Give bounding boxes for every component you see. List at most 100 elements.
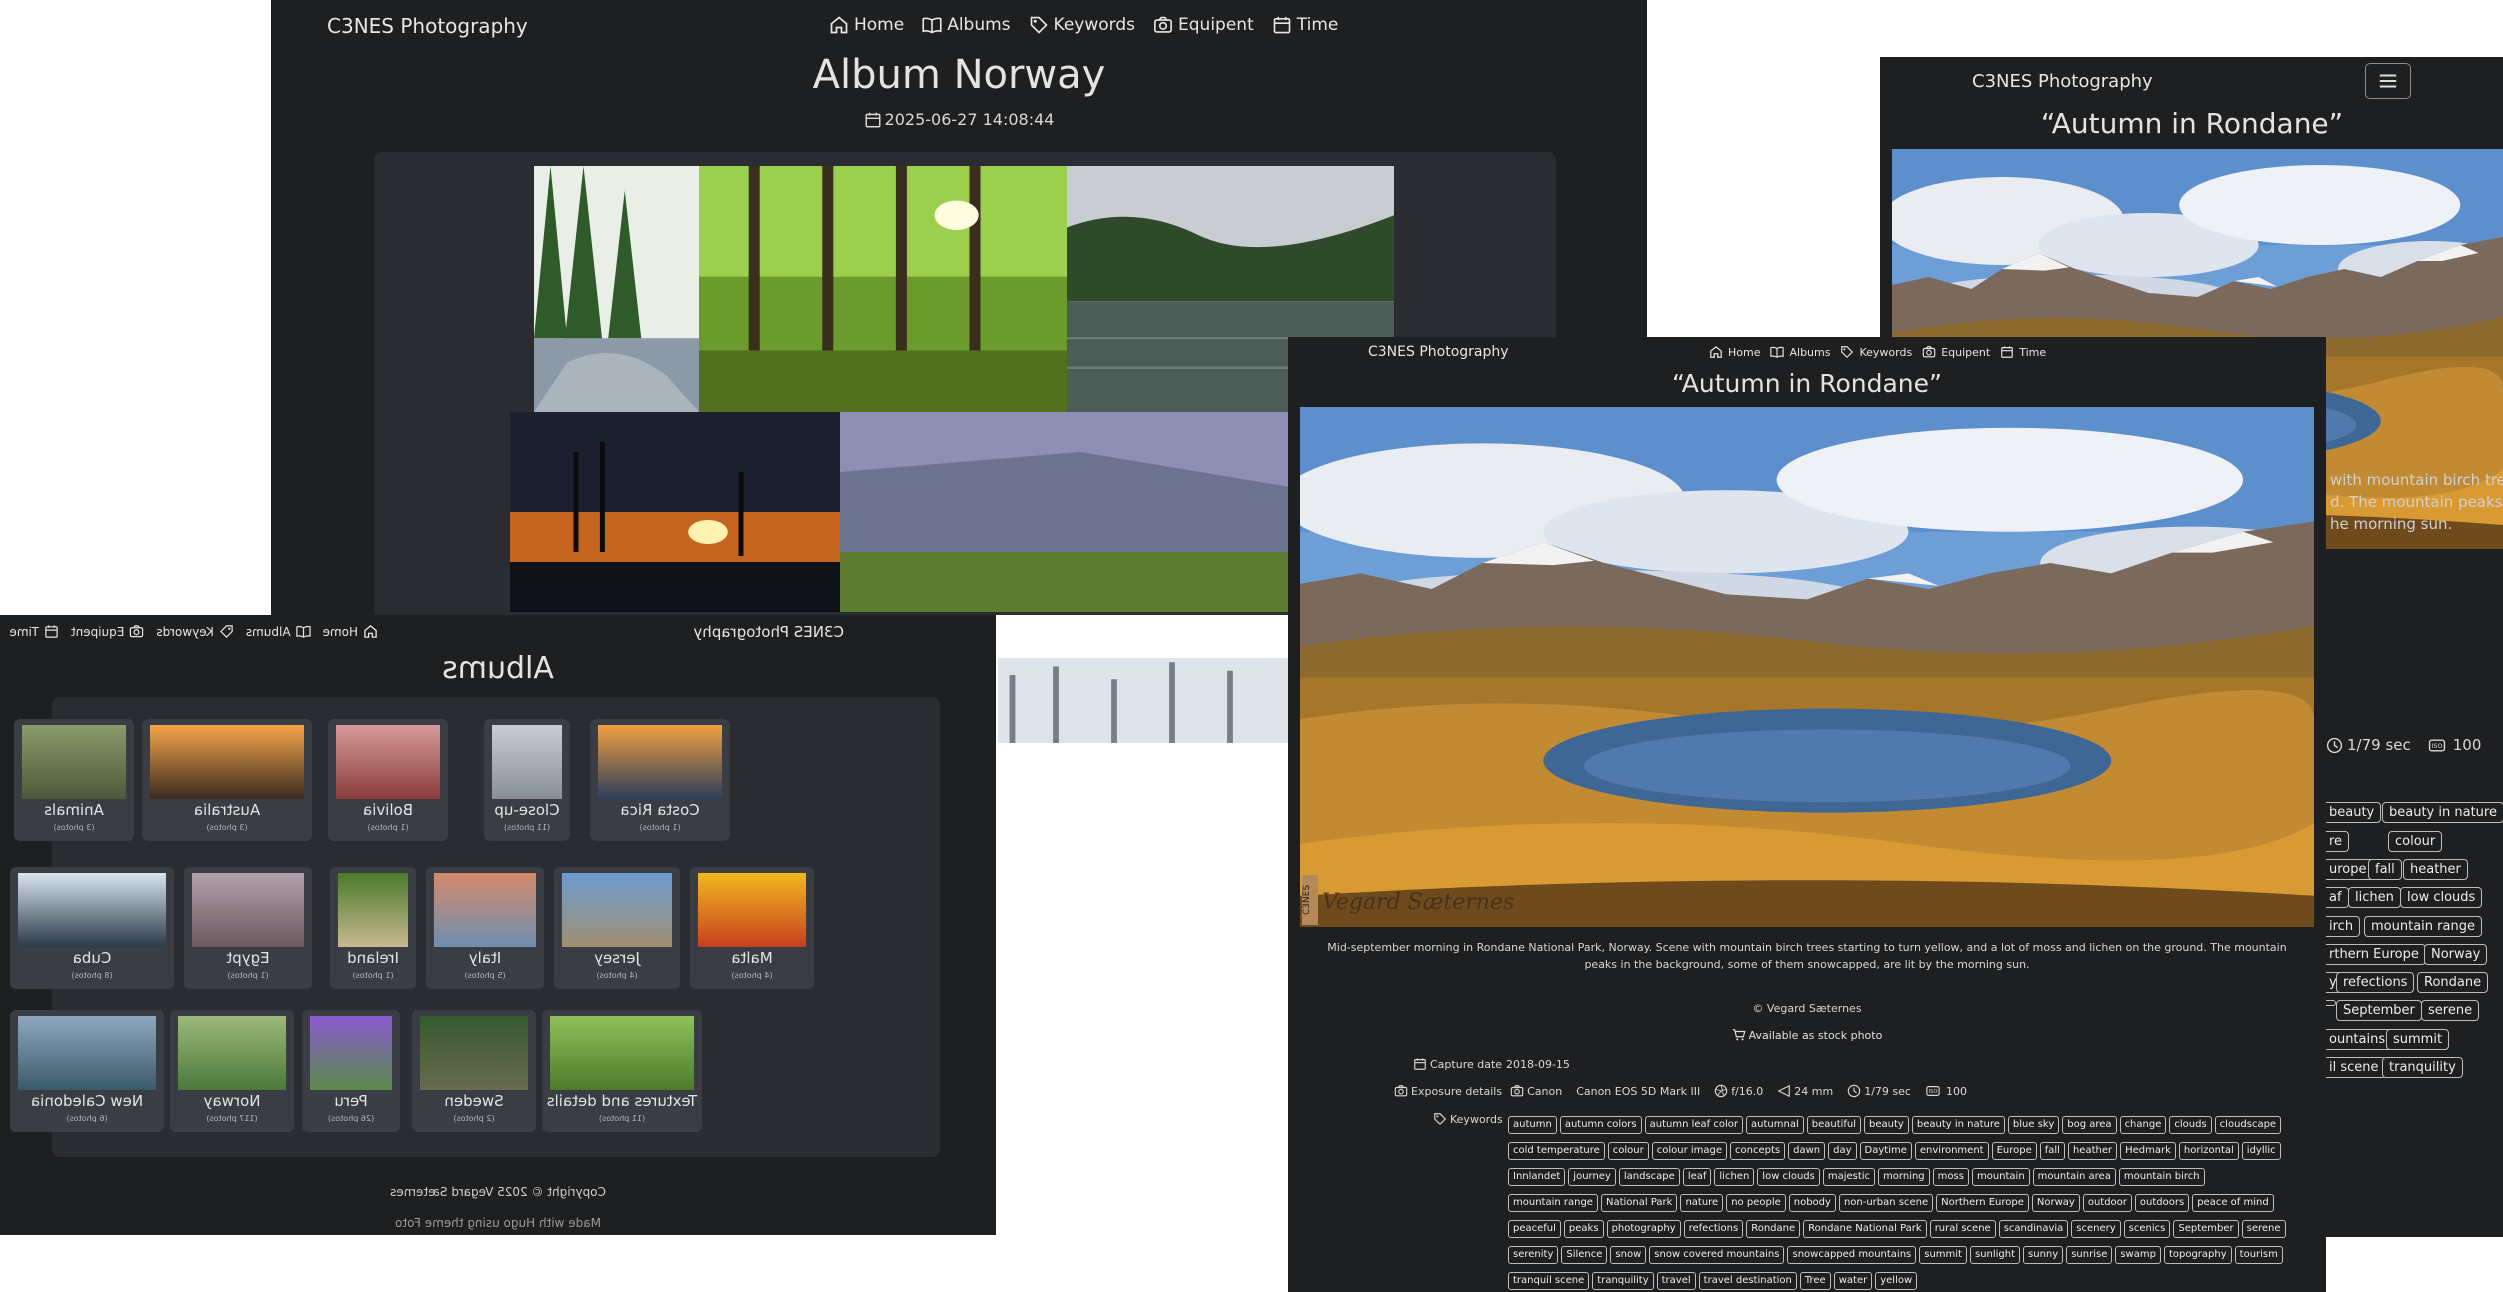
keyword-tag[interactable]: summit xyxy=(2386,1029,2450,1050)
site-brand[interactable]: C3NES Photography xyxy=(327,14,528,38)
keyword-tag[interactable]: tranquil scene xyxy=(1508,1272,1590,1290)
album-card[interactable]: Close-up (11 photos) xyxy=(484,719,570,841)
album-thumbnail[interactable] xyxy=(434,873,536,947)
stock-photo-link[interactable]: Available as stock photo xyxy=(1288,1028,2326,1042)
album-title[interactable]: Australia xyxy=(142,801,312,819)
keyword-tag[interactable]: non-urban scene xyxy=(1838,1194,1934,1212)
album-card[interactable]: Animals (3 photos) xyxy=(14,719,134,841)
album-thumbnail[interactable] xyxy=(150,725,304,799)
keyword-tag[interactable]: heather xyxy=(2403,859,2468,880)
keyword-tag[interactable]: Northern Europe xyxy=(1936,1194,2029,1212)
keyword-tag[interactable]: leaf xyxy=(1682,1168,1712,1186)
album-title[interactable]: Jersey xyxy=(554,949,680,967)
nav-home[interactable]: Home xyxy=(323,624,378,639)
keyword-tag[interactable]: Europe xyxy=(1991,1142,2037,1160)
keyword-tag[interactable]: sunny xyxy=(2023,1246,2064,1264)
keyword-tag[interactable]: sunrise xyxy=(2066,1246,2113,1264)
keyword-tag[interactable]: scenery xyxy=(2071,1220,2121,1238)
keyword-tag[interactable]: peace of mind xyxy=(2192,1194,2274,1212)
keyword-tag[interactable]: autumn colors xyxy=(1559,1116,1642,1134)
keyword-tag[interactable]: colour xyxy=(2388,831,2443,852)
keyword-tag[interactable]: landscape xyxy=(1618,1168,1680,1186)
nav-home[interactable]: Home xyxy=(1709,345,1760,359)
keyword-tag[interactable]: autumnal xyxy=(1746,1116,1804,1134)
keyword-tag[interactable]: moss xyxy=(1932,1168,1969,1186)
album-thumbnail[interactable] xyxy=(598,725,722,799)
album-card[interactable]: Norway (117 photos) xyxy=(170,1010,294,1132)
album-thumbnail[interactable] xyxy=(698,873,806,947)
keyword-tag[interactable]: snow covered mountains xyxy=(1649,1246,1785,1264)
keyword-tag[interactable]: beauty xyxy=(1864,1116,1909,1134)
keyword-tag[interactable]: Tree xyxy=(1799,1272,1831,1290)
site-brand[interactable]: C3NES Photography xyxy=(1972,71,2153,92)
camera-model[interactable]: Canon EOS 5D Mark III xyxy=(1576,1085,1700,1098)
album-card[interactable]: Bolivia (1 photos) xyxy=(328,719,448,841)
keyword-tag[interactable]: low clouds xyxy=(2400,887,2483,908)
keyword-tag[interactable]: summit xyxy=(1919,1246,1967,1264)
keyword-tag[interactable]: Daytime xyxy=(1859,1142,1912,1160)
keyword-tag[interactable]: beauty in nature xyxy=(2382,802,2503,823)
keyword-tag[interactable]: bog area xyxy=(2062,1116,2117,1134)
keyword-tag[interactable]: peaks xyxy=(1563,1220,1604,1238)
album-title[interactable]: Animals xyxy=(14,801,134,819)
keyword-tag[interactable]: af xyxy=(2323,887,2349,908)
keyword-tag[interactable]: dawn xyxy=(1788,1142,1826,1160)
footer-made-with[interactable]: Made with Hugo using theme Foto xyxy=(0,1216,996,1230)
menu-toggle-button[interactable] xyxy=(2365,63,2411,99)
album-title[interactable]: New Caledonia xyxy=(10,1092,164,1110)
keyword-tag[interactable]: serene xyxy=(2421,1000,2480,1021)
keyword-tag[interactable]: change xyxy=(2119,1116,2167,1134)
album-title[interactable]: Costa Rica xyxy=(590,801,730,819)
album-thumbnail[interactable] xyxy=(310,1016,392,1090)
album-title[interactable]: Egypt xyxy=(184,949,312,967)
keyword-tag[interactable]: mountain range xyxy=(1508,1194,1598,1212)
keyword-tag[interactable]: rthern Europe xyxy=(2323,944,2426,965)
keyword-tag[interactable]: colour image xyxy=(1651,1142,1728,1160)
album-title[interactable]: Close-up xyxy=(484,801,570,819)
album-thumbnail[interactable] xyxy=(178,1016,286,1090)
keyword-tag[interactable]: nobody xyxy=(1788,1194,1836,1212)
keyword-tag[interactable]: photography xyxy=(1606,1220,1681,1238)
keyword-tag[interactable]: fall xyxy=(2039,1142,2065,1160)
keyword-tag[interactable]: horizontal xyxy=(2178,1142,2239,1160)
nav-time[interactable]: Time xyxy=(1272,15,1338,35)
keyword-tag[interactable]: majestic xyxy=(1822,1168,1876,1186)
keyword-tag[interactable]: peaceful xyxy=(1508,1220,1561,1238)
keyword-tag[interactable]: lichen xyxy=(2348,887,2401,908)
keyword-tag[interactable]: sunlight xyxy=(1969,1246,2021,1264)
gallery-photo-overflow[interactable] xyxy=(998,658,1288,743)
keyword-tag[interactable]: travel xyxy=(1656,1272,1696,1290)
keyword-tag[interactable]: il scene xyxy=(2323,1057,2386,1078)
keyword-tag[interactable]: cloudscape xyxy=(2214,1116,2282,1134)
nav-home[interactable]: Home xyxy=(829,15,904,35)
nav-albums[interactable]: Albums xyxy=(922,15,1011,35)
keyword-tag[interactable]: low clouds xyxy=(1757,1168,1820,1186)
nav-equipment[interactable]: Equipent xyxy=(71,624,144,639)
keyword-tag[interactable]: tourism xyxy=(2234,1246,2283,1264)
keyword-tag[interactable]: rural scene xyxy=(1929,1220,1996,1238)
keyword-tag[interactable]: mountain xyxy=(1971,1168,2030,1186)
keyword-tag[interactable]: heather xyxy=(2067,1142,2118,1160)
album-card[interactable]: Textures and details (11 photos) xyxy=(542,1010,702,1132)
keyword-tag[interactable]: outdoor xyxy=(2082,1194,2132,1212)
keyword-tag[interactable]: no people xyxy=(1726,1194,1786,1212)
nav-equipment[interactable]: Equipent xyxy=(1922,345,1990,359)
album-title[interactable]: Textures and details xyxy=(542,1092,702,1110)
album-title[interactable]: Peru xyxy=(302,1092,400,1110)
keyword-tag[interactable]: beauty xyxy=(2323,802,2382,823)
album-title[interactable]: Italy xyxy=(426,949,544,967)
keyword-tag[interactable]: beautiful xyxy=(1806,1116,1862,1134)
album-title[interactable]: Cuba xyxy=(10,949,174,967)
album-thumbnail[interactable] xyxy=(18,873,166,947)
keyword-tag[interactable]: September xyxy=(2336,1000,2422,1021)
keyword-tag[interactable]: outdoors xyxy=(2134,1194,2190,1212)
album-card[interactable]: Costa Rica (1 photos) xyxy=(590,719,730,841)
keyword-tag[interactable]: Rondane xyxy=(2417,972,2489,993)
keyword-tag[interactable]: serenity xyxy=(1508,1246,1559,1264)
keyword-tag[interactable]: Norway xyxy=(2424,944,2488,965)
keyword-tag[interactable]: irch xyxy=(2323,916,2361,937)
camera-make[interactable]: Canon xyxy=(1527,1085,1562,1098)
gallery-photo[interactable] xyxy=(699,166,1067,412)
album-card[interactable]: Australia (3 photos) xyxy=(142,719,312,841)
keyword-tag[interactable]: Rondane National Park xyxy=(1803,1220,1927,1238)
